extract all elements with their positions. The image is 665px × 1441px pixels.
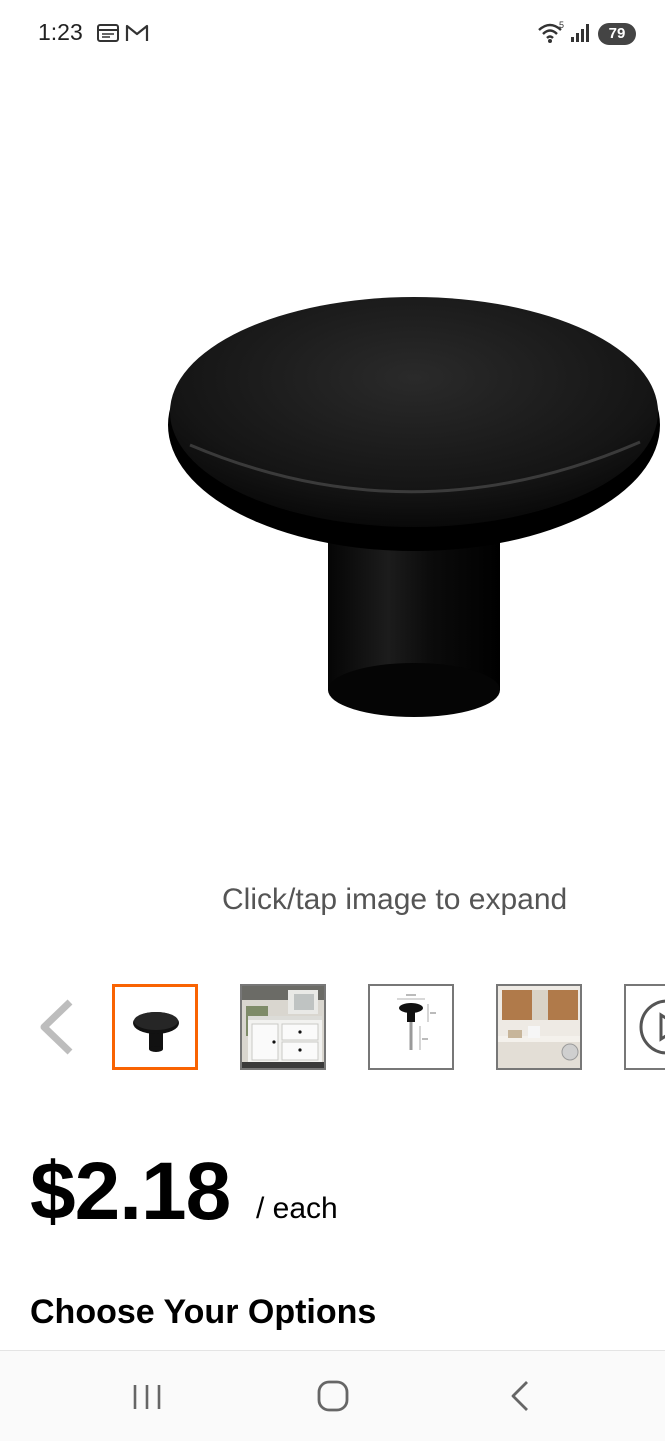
home-icon[interactable]: [303, 1369, 363, 1423]
thumbnail-laundry-room[interactable]: [496, 984, 582, 1070]
thumbnail-knob[interactable]: [112, 984, 198, 1070]
thumbnail-video[interactable]: [624, 984, 665, 1070]
status-time: 1:23: [38, 19, 83, 45]
gmail-icon: [124, 22, 150, 49]
chevron-left-icon[interactable]: [34, 996, 78, 1058]
options-heading: Choose Your Options: [30, 1293, 377, 1331]
status-bar: 1:23 5 79: [0, 0, 665, 70]
thumbnail-bathroom-vanity[interactable]: [240, 984, 326, 1070]
price-unit: / each: [256, 1192, 338, 1225]
signal-icon: [569, 22, 593, 49]
recent-apps-icon[interactable]: [118, 1369, 178, 1423]
thumbnail-dimension-diagram[interactable]: [368, 984, 454, 1070]
svg-text:5: 5: [559, 20, 564, 30]
thumbnail-carousel: [0, 982, 665, 1076]
wifi-icon: 5: [536, 20, 566, 51]
back-icon[interactable]: [490, 1369, 550, 1423]
product-price: $2.18: [30, 1146, 231, 1237]
system-nav-bar: [0, 1350, 665, 1441]
battery-icon: 79: [598, 23, 636, 45]
expand-image-hint[interactable]: Click/tap image to expand: [222, 883, 567, 917]
product-image[interactable]: [0, 70, 665, 860]
calendar-icon: [96, 22, 120, 49]
